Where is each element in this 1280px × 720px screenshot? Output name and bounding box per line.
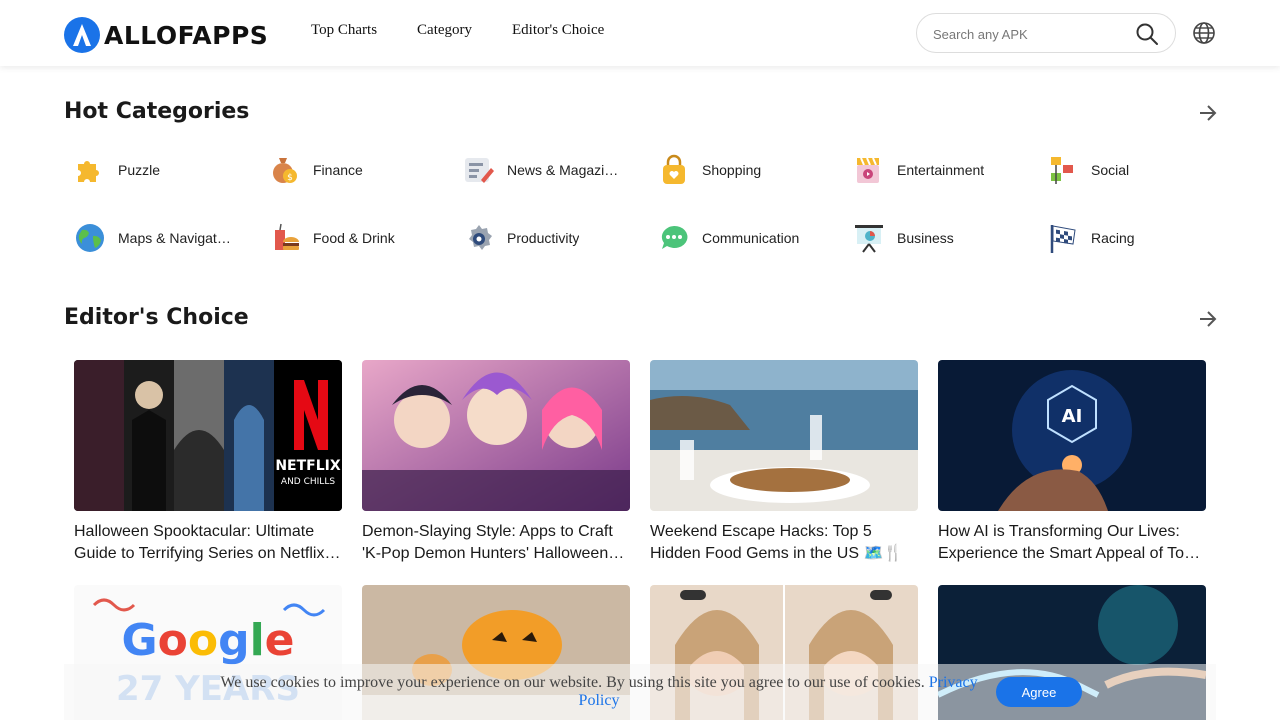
shopping-bag-icon — [663, 154, 685, 184]
logo-mark-icon — [64, 17, 100, 53]
category-productivity[interactable]: Productivity — [463, 220, 643, 256]
category-finance[interactable]: $ Finance — [269, 152, 449, 188]
cookie-message: We use cookies to improve your experienc… — [220, 674, 978, 709]
category-food-drink[interactable]: Food & Drink — [269, 220, 449, 256]
editors-card[interactable]: Weekend Escape Hacks: Top 5 Hidden Food … — [650, 360, 918, 565]
top-header: ALLOFAPPS Top Charts Category Editor's C… — [0, 0, 1280, 66]
social-icon — [1051, 157, 1073, 184]
category-entertainment[interactable]: Entertainment — [853, 152, 1033, 188]
cookie-banner: We use cookies to improve your experienc… — [64, 664, 1216, 720]
category-business[interactable]: Business — [853, 220, 1033, 256]
card-thumbnail: NETFLIX AND CHILLS — [74, 360, 342, 511]
card-title: How AI is Transforming Our Lives: Experi… — [938, 523, 1193, 562]
hot-categories-title: Hot Categories — [64, 99, 250, 124]
category-puzzle[interactable]: Puzzle — [74, 152, 254, 188]
svg-text:Google: Google — [121, 615, 294, 666]
card-thumbnail — [650, 360, 918, 511]
money-bag-icon: $ — [273, 158, 297, 183]
editors-card[interactable]: Demon-Slaying Style: Apps to Craft 'K-Po… — [362, 360, 630, 565]
nav-category[interactable]: Category — [417, 22, 472, 39]
nav-editors-choice[interactable]: Editor's Choice — [512, 22, 604, 39]
agree-button[interactable]: Agree — [996, 677, 1082, 707]
card-title: Weekend Escape Hacks: Top 5 Hidden Food … — [650, 523, 904, 562]
globe-map-icon — [76, 224, 104, 252]
category-racing[interactable]: Racing — [1047, 220, 1227, 256]
editors-card[interactable]: NETFLIX AND CHILLS Halloween Spooktacula… — [74, 360, 342, 565]
category-social[interactable]: Social — [1047, 152, 1227, 188]
svg-text:NETFLIX: NETFLIX — [275, 458, 341, 474]
checkered-flag-icon — [1050, 225, 1076, 253]
clapper-icon — [857, 157, 879, 183]
logo-text: ALLOFAPPS — [104, 20, 269, 50]
editors-card[interactable]: AI How AI is Transforming Our Lives: Exp… — [938, 360, 1206, 565]
card-title: Demon-Slaying Style: Apps to Craft 'K-Po… — [362, 523, 613, 562]
card-thumbnail: AI — [938, 360, 1206, 511]
food-icon — [275, 223, 299, 250]
search-icon[interactable] — [1135, 22, 1159, 46]
editors-choice-arrow-icon[interactable] — [1196, 307, 1220, 331]
svg-text:AI: AI — [1062, 406, 1083, 427]
search-box — [916, 13, 1176, 53]
language-globe-icon[interactable] — [1192, 21, 1216, 45]
search-input[interactable] — [933, 23, 1133, 45]
svg-text:$: $ — [287, 173, 293, 183]
puzzle-icon — [78, 161, 99, 182]
category-communication[interactable]: Communication — [658, 220, 838, 256]
hot-categories-arrow-icon[interactable] — [1196, 101, 1220, 125]
category-news-magazines[interactable]: News & Magazines — [463, 152, 643, 188]
category-shopping[interactable]: Shopping — [658, 152, 838, 188]
chat-bubble-icon — [661, 225, 688, 249]
gear-productivity-icon — [469, 225, 492, 250]
card-title: Halloween Spooktacular: Ultimate Guide t… — [74, 523, 329, 562]
editors-choice-title: Editor's Choice — [64, 305, 249, 330]
site-logo[interactable]: ALLOFAPPS — [64, 17, 268, 53]
presentation-icon — [855, 225, 883, 253]
category-maps-navigation[interactable]: Maps & Navigation — [74, 220, 254, 256]
nav-top-charts[interactable]: Top Charts — [311, 22, 377, 39]
news-icon — [465, 158, 494, 183]
svg-text:AND CHILLS: AND CHILLS — [281, 477, 335, 487]
card-thumbnail — [362, 360, 630, 511]
main-nav: Top Charts Category Editor's Choice — [311, 22, 644, 39]
